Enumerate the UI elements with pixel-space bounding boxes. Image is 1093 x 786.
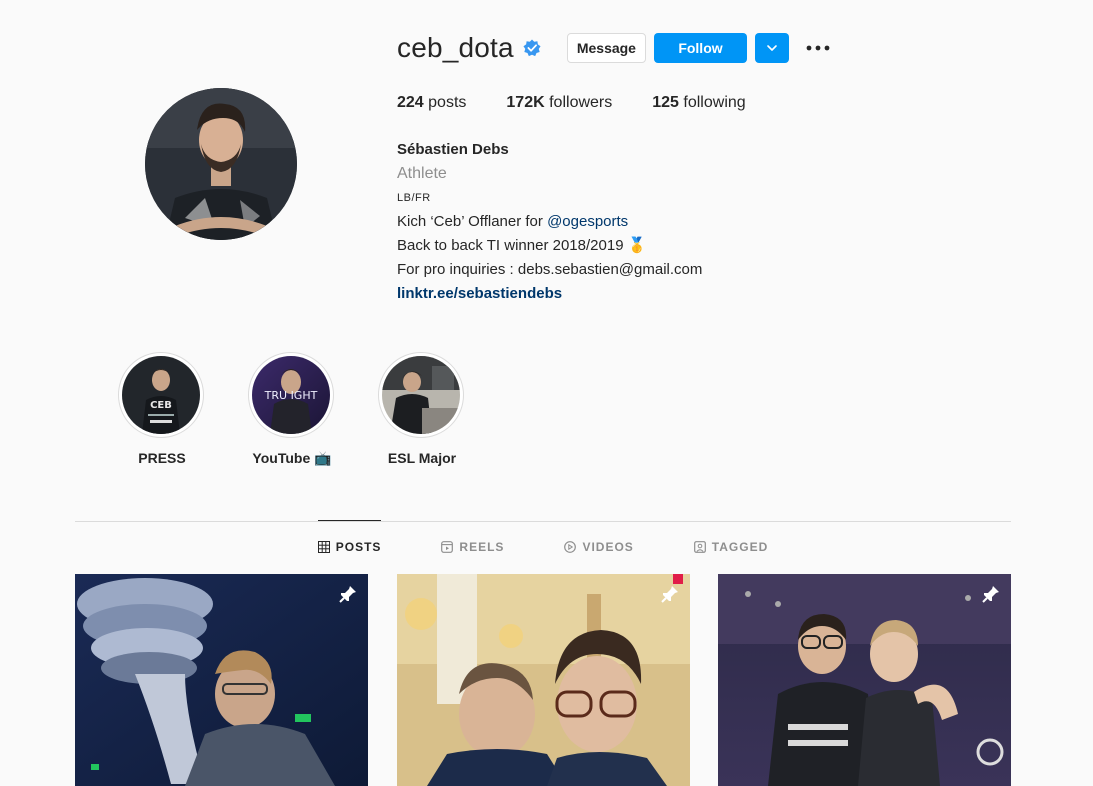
post-image [718, 574, 1011, 786]
follow-button-label: Follow [678, 40, 723, 56]
posts-label: posts [428, 94, 467, 111]
profile-bio: Sébastien Debs Athlete LB/FR Kich ‘Ceb’ … [397, 138, 702, 306]
tab-label: REELS [459, 540, 505, 554]
profile-username: ceb_dota [397, 32, 514, 63]
more-options-button[interactable] [805, 33, 831, 63]
profile-stats: 224 posts 172K followers 125 following [397, 94, 786, 112]
tab-reels[interactable]: REELS [441, 520, 504, 573]
follow-button[interactable]: Follow [653, 33, 747, 63]
highlight-label: YouTube 📺 [252, 450, 332, 466]
highlight-label: ESL Major [387, 450, 457, 466]
bio-line-2: Back to back TI winner 2018/2019 🥇 [397, 237, 647, 254]
bio-location: LB/FR [397, 192, 431, 204]
play-circle-icon [564, 541, 577, 553]
suggested-accounts-button[interactable] [754, 33, 789, 63]
reels-icon [441, 541, 454, 553]
profile-full-name: Sébastien Debs [397, 141, 509, 158]
posts-count: 224 [397, 94, 424, 111]
profile-category: Athlete [397, 165, 447, 182]
tab-label: TAGGED [711, 540, 769, 554]
following-stat[interactable]: 125 following [652, 94, 745, 112]
tab-videos[interactable]: VIDEOS [564, 520, 633, 573]
posts-grid [75, 574, 1011, 786]
bio-line-1-text: Kich ‘Ceb’ Offlaner for [397, 213, 548, 230]
followers-stat[interactable]: 172K followers [506, 94, 612, 112]
profile-avatar[interactable] [145, 88, 297, 240]
post-image [75, 574, 368, 786]
avatar-image [145, 88, 297, 240]
highlight-cover: CEB [122, 356, 200, 434]
message-button-label: Message [576, 40, 636, 56]
more-horizontal-icon [806, 45, 830, 51]
highlight-ring: TRU IGHT [248, 352, 334, 438]
bio-external-link[interactable]: linktr.ee/sebastiendebs [397, 282, 702, 306]
bio-mention-link[interactable]: @ogesports [547, 213, 628, 230]
following-label: following [683, 94, 746, 111]
tab-posts[interactable]: POSTS [317, 520, 382, 573]
profile-title-row: ceb_dota Message Follow [397, 30, 831, 66]
post-thumbnail[interactable] [75, 574, 368, 786]
highlight-label: PRESS [138, 450, 186, 466]
profile-tabs: POSTS REELS VIDEOS TAGGED [75, 520, 1011, 573]
posts-stat: 224 posts [397, 94, 466, 112]
message-button[interactable]: Message [566, 33, 646, 63]
tag-user-icon [693, 541, 706, 553]
tab-label: POSTS [335, 540, 382, 554]
grid-icon [317, 541, 330, 553]
pinned-icon [339, 586, 356, 603]
chevron-down-icon [767, 45, 777, 51]
post-thumbnail[interactable] [718, 574, 1011, 786]
post-thumbnail[interactable] [396, 574, 690, 786]
highlight-esl-major[interactable]: ESL Major [378, 352, 466, 467]
pinned-icon [982, 586, 999, 603]
tab-tagged[interactable]: TAGGED [693, 520, 769, 573]
highlight-ring: CEB [118, 352, 204, 438]
highlight-ring [378, 352, 464, 438]
verified-badge-icon [523, 39, 541, 57]
highlight-cover [382, 356, 460, 434]
highlight-press[interactable]: CEB PRESS [118, 352, 206, 467]
post-image [396, 574, 690, 786]
story-highlights: CEB PRESS TRU IGHT YouTube 📺 ESL Major [118, 352, 508, 467]
followers-count: 172K [506, 94, 545, 111]
pinned-icon [660, 586, 678, 603]
svg-text:CEB: CEB [150, 400, 172, 411]
svg-text:TRU IGHT: TRU IGHT [264, 389, 318, 402]
highlight-cover: TRU IGHT [252, 356, 330, 434]
highlight-youtube[interactable]: TRU IGHT YouTube 📺 [248, 352, 336, 467]
tab-label: VIDEOS [582, 540, 634, 554]
followers-label: followers [549, 94, 613, 111]
following-count: 125 [652, 94, 679, 111]
bio-line-1: Kich ‘Ceb’ Offlaner for @ogesports [397, 210, 702, 234]
bio-line-3: For pro inquiries : debs.sebastien@gmail… [397, 261, 703, 278]
